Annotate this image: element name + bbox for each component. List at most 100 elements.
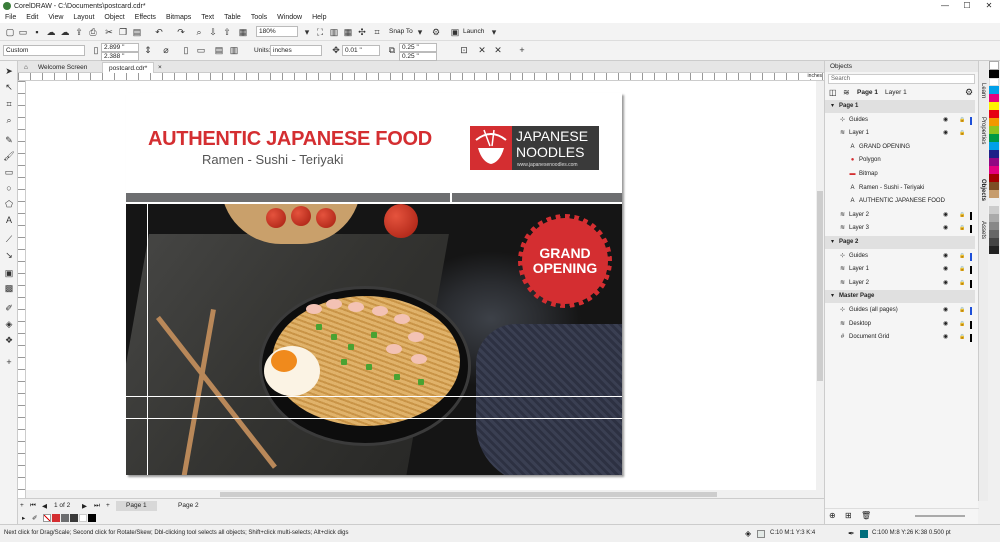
palette-swatch[interactable]: [989, 102, 999, 110]
lock-icon[interactable]: 🔒: [959, 250, 965, 263]
menu-window[interactable]: Window: [272, 14, 307, 21]
japanese-noodles-logo[interactable]: JAPANESE NOODLES www.japanesenoodles.com: [470, 126, 599, 170]
zoom-slider[interactable]: [915, 515, 965, 517]
objects-settings-gear-icon[interactable]: ⚙: [965, 87, 973, 98]
new-master-layer-icon[interactable]: ⊞: [845, 511, 852, 520]
undo-icon[interactable]: ↶: [153, 26, 165, 38]
zoom-level-field[interactable]: 180%: [256, 26, 298, 37]
visibility-eye-icon[interactable]: ◉: [943, 304, 948, 317]
swatch-red[interactable]: [52, 514, 60, 522]
view-options-icon[interactable]: ◫: [829, 88, 837, 97]
add-icon[interactable]: +: [516, 44, 528, 56]
palette-swatch[interactable]: [989, 118, 999, 126]
current-page-icon[interactable]: ▥: [228, 44, 240, 56]
tab-page-1[interactable]: Page 1: [116, 501, 157, 511]
tab-learn[interactable]: Learn: [980, 83, 986, 98]
lock-icon[interactable]: 🔒: [959, 222, 965, 235]
menu-file[interactable]: File: [0, 14, 21, 21]
palette-swatch[interactable]: [989, 222, 999, 230]
vertical-scroll-thumb[interactable]: [817, 191, 823, 381]
upload-icon[interactable]: ⇪: [73, 26, 85, 38]
palette-swatch[interactable]: [989, 158, 999, 166]
pick-tool-icon[interactable]: ➤: [3, 65, 15, 77]
tab-properties[interactable]: Properties: [980, 117, 986, 144]
tab-welcome-screen[interactable]: Welcome Screen: [32, 62, 93, 73]
palette-swatch[interactable]: [989, 206, 999, 214]
zoom-tool-icon[interactable]: ⌕: [3, 114, 15, 126]
minimize-button[interactable]: —: [934, 0, 956, 12]
menu-help[interactable]: Help: [307, 14, 331, 21]
swatch-black[interactable]: [88, 514, 96, 522]
tab-close-icon[interactable]: ×: [152, 62, 168, 73]
object-tree-row[interactable]: ≋ Layer 1 ◉ 🔒: [825, 263, 975, 276]
headline-text[interactable]: AUTHENTIC JAPANESE FOOD: [148, 128, 432, 151]
palette-swatch[interactable]: [989, 94, 999, 102]
lock-icon[interactable]: 🔒: [959, 263, 965, 276]
visibility-eye-icon[interactable]: ◉: [943, 331, 948, 344]
lock-icon[interactable]: 🔒: [959, 209, 965, 222]
swatch-grey[interactable]: [61, 514, 69, 522]
object-tree-row[interactable]: # Document Grid ◉ 🔒: [825, 331, 975, 344]
fill-color-swatch[interactable]: [757, 530, 765, 538]
guide-line-vertical[interactable]: [147, 204, 148, 475]
outline-color-swatch[interactable]: [860, 530, 868, 538]
menu-table[interactable]: Table: [219, 14, 246, 21]
palette-swatch[interactable]: [989, 182, 999, 190]
artistic-media-icon[interactable]: 🖌: [3, 150, 15, 162]
units-select[interactable]: inches: [270, 45, 322, 56]
crop-tool-icon[interactable]: ⌗: [3, 98, 15, 110]
rectangle-tool-icon[interactable]: ▭: [3, 166, 15, 178]
spin-arrows-icon[interactable]: ⇕: [142, 44, 154, 56]
cut-icon[interactable]: ✂: [103, 26, 115, 38]
snap-icon[interactable]: ⌗: [371, 26, 383, 38]
palette-options-icon[interactable]: ▸: [22, 514, 25, 522]
export-icon[interactable]: ⇧: [221, 26, 233, 38]
new-layer-icon[interactable]: ⊕: [829, 511, 836, 520]
horizontal-ruler[interactable]: inches: [18, 73, 824, 81]
add-page-before-icon[interactable]: +: [20, 502, 24, 509]
vertical-scrollbar[interactable]: [816, 81, 824, 490]
eyedropper-icon[interactable]: ✐: [32, 514, 37, 522]
ellipse-tool-icon[interactable]: ○: [3, 182, 15, 194]
menu-bitmaps[interactable]: Bitmaps: [161, 14, 196, 21]
tab-assets[interactable]: Assets: [980, 221, 986, 239]
import-icon[interactable]: ⇩: [207, 26, 219, 38]
no-color-swatch[interactable]: [43, 514, 51, 522]
duplicate-y-field[interactable]: 0.25 ": [399, 52, 437, 61]
visibility-eye-icon[interactable]: ◉: [943, 114, 948, 127]
tab-postcard[interactable]: postcard.cdr*: [102, 62, 155, 73]
launch-chevron-icon[interactable]: ▾: [488, 26, 500, 38]
menu-edit[interactable]: Edit: [21, 14, 43, 21]
visibility-eye-icon[interactable]: ◉: [943, 209, 948, 222]
object-tree-row[interactable]: ⊹ Guides ◉ 🔒: [825, 250, 975, 263]
lock-icon[interactable]: 🔒: [959, 127, 965, 140]
copy-icon[interactable]: ❐: [117, 26, 129, 38]
object-page-row[interactable]: ▾ Master Page: [825, 290, 975, 304]
object-tree-row[interactable]: ≋ Desktop ◉ 🔒: [825, 318, 975, 331]
tab-objects[interactable]: Objects: [980, 179, 986, 201]
show-grid-icon[interactable]: ▦: [342, 26, 354, 38]
shape-tool-icon[interactable]: ↖: [3, 81, 15, 93]
object-tree-row[interactable]: ≋ Layer 2 ◉ 🔒: [825, 209, 975, 222]
visibility-eye-icon[interactable]: ◉: [943, 263, 948, 276]
lock-icon[interactable]: 🔒: [959, 277, 965, 290]
full-screen-icon[interactable]: ⛶: [314, 26, 326, 38]
delete-icon[interactable]: 🗑: [861, 511, 871, 520]
search-content-icon[interactable]: ⌕: [193, 26, 205, 38]
palette-swatch[interactable]: [989, 142, 999, 150]
interactive-fill-icon[interactable]: ◈: [3, 318, 15, 330]
lock-icon[interactable]: 🔒: [959, 304, 965, 317]
close-button[interactable]: ✕: [978, 0, 1000, 12]
cloud-open-icon[interactable]: ☁: [45, 26, 57, 38]
transform-x-icon[interactable]: ✕: [476, 44, 488, 56]
snap-to-dropdown[interactable]: Snap To: [389, 28, 413, 35]
paper-lock-icon[interactable]: ⌀: [160, 44, 172, 56]
palette-swatch[interactable]: [989, 126, 999, 134]
page-width-field[interactable]: 2.899 ": [101, 43, 139, 52]
show-rulers-icon[interactable]: ▥: [328, 26, 340, 38]
lock-icon[interactable]: 🔒: [959, 318, 965, 331]
object-page-row[interactable]: ▾ Page 1: [825, 100, 975, 113]
options-gear-icon[interactable]: ⚙: [430, 26, 442, 38]
transparency-icon[interactable]: ▩: [3, 282, 15, 294]
swatch-dark[interactable]: [70, 514, 78, 522]
